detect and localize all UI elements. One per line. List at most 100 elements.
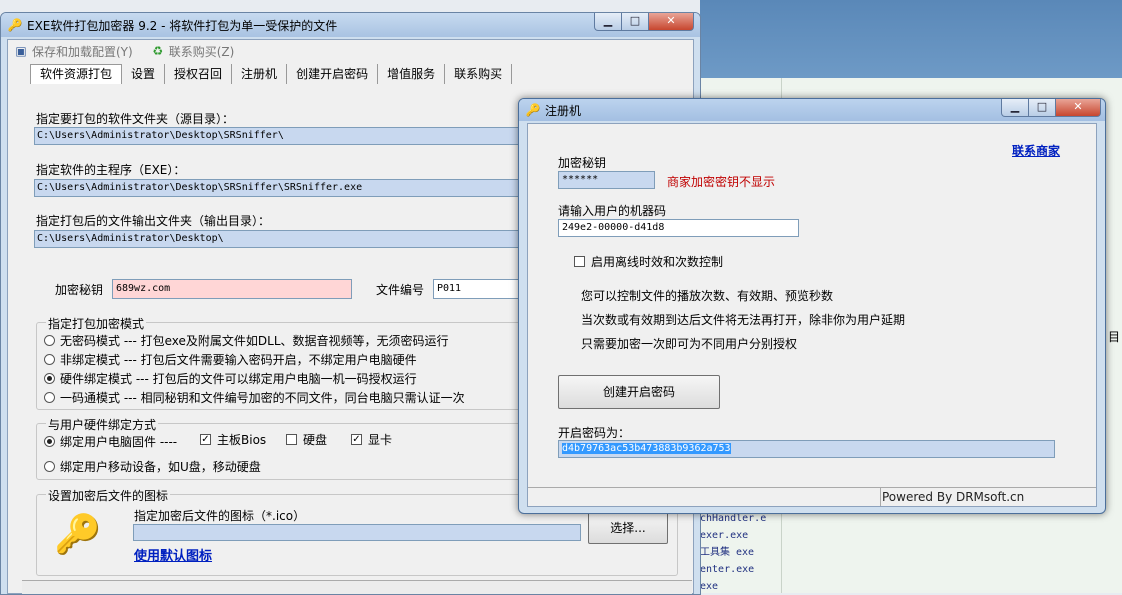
info-line: 当次数或有效期到达后文件将无法再打开，除非你为用户延期 — [581, 313, 906, 327]
recycle-icon: ♻ — [152, 44, 164, 58]
radio-icon — [44, 354, 55, 365]
dialog-minimize-button[interactable]: ▁ — [1001, 99, 1029, 117]
tab-revoke[interactable]: 授权召回 — [165, 64, 233, 84]
hw-option-label: 显卡 — [368, 433, 393, 447]
machine-code-label: 请输入用户的机器码 — [558, 204, 667, 218]
radio-icon — [44, 461, 55, 472]
hw-check-bios[interactable]: ✓ 主板Bios — [200, 431, 266, 448]
mode-label: 无密码模式 --- 打包exe及附属文件如DLL、数据音视频等，无须密码运行 — [60, 334, 449, 348]
offline-label: 启用离线时效和次数控制 — [591, 255, 724, 269]
dialog-key-label: 加密秘钥 — [558, 156, 607, 170]
menu-bar: ▣ 保存和加载配置(Y) ♻ 联系购买(Z) — [8, 40, 693, 62]
icon-file-label: 指定加密后文件的图标（*.ico） — [134, 509, 306, 523]
hw-group-title: 与用户硬件绑定方式 — [46, 416, 159, 433]
create-password-button[interactable]: 创建开启密码 — [558, 375, 720, 409]
key-input[interactable]: 689wz.com — [112, 279, 352, 299]
info-line: 只需要加密一次即可为不同用户分别授权 — [581, 337, 798, 351]
bg-line: exe — [700, 581, 719, 592]
main-statusbar — [22, 580, 692, 594]
maximize-button[interactable]: □ — [621, 13, 649, 31]
menu-label: 联系购买(Z) — [168, 44, 235, 59]
menu-save-load[interactable]: ▣ 保存和加载配置(Y) — [14, 43, 133, 60]
password-label: 开启密码为： — [558, 426, 631, 440]
hw-mobile-label: 绑定用户移动设备，如U盘，移动硬盘 — [60, 460, 261, 474]
offline-control-checkbox[interactable]: 启用离线时效和次数控制 — [574, 253, 723, 270]
main-exe-input[interactable]: C:\Users\Administrator\Desktop\SRSniffer… — [34, 179, 523, 197]
dialog-close-button[interactable]: ✕ — [1055, 99, 1101, 117]
password-output[interactable]: d4b79763ac53b473883b9362a753 — [558, 440, 1055, 458]
tab-settings[interactable]: 设置 — [122, 64, 166, 84]
mode-radio-onecode[interactable]: 一码通模式 --- 相同秘钥和文件编号加密的不同文件，同台电脑只需认证一次 — [44, 389, 465, 406]
mode-radio-hardware[interactable]: 硬件绑定模式 --- 打包后的文件可以绑定用户电脑一机一码授权运行 — [44, 370, 417, 387]
status-segment — [528, 488, 881, 506]
mode-radio-unbound[interactable]: 非绑定模式 --- 打包后文件需要输入密码开启，不绑定用户电脑硬件 — [44, 351, 417, 368]
hw-option-label: 硬盘 — [303, 433, 328, 447]
minimize-button[interactable]: ▁ — [594, 13, 622, 31]
dialog-client: 联系商家 加密秘钥 ****** 商家加密密钥不显示 请输入用户的机器码 249… — [527, 123, 1097, 507]
mode-radio-nopassword[interactable]: 无密码模式 --- 打包exe及附属文件如DLL、数据音视频等，无须密码运行 — [44, 332, 449, 349]
info-line: 您可以控制文件的播放次数、有效期、预览秒数 — [581, 289, 834, 303]
background-file-list: chHandler.e exer.exe 工具集 exe enter.exe e… — [700, 510, 766, 595]
tab-package[interactable]: 软件资源打包 — [30, 64, 123, 84]
hw-pc-label: 绑定用户电脑固件 ---- — [60, 435, 178, 449]
icon-file-input[interactable] — [133, 524, 581, 541]
keys-icon: 🔑 — [54, 512, 102, 556]
checkbox-checked-icon: ✓ — [351, 434, 362, 445]
checkbox-icon — [286, 434, 297, 445]
hw-check-disk[interactable]: 硬盘 — [286, 431, 327, 448]
radio-selected-icon — [44, 436, 55, 447]
default-icon-link[interactable]: 使用默认图标 — [134, 545, 212, 564]
icon-group-title: 设置加密后文件的图标 — [46, 487, 171, 504]
keys-app-icon: 🔑 — [525, 103, 541, 117]
tab-create-password[interactable]: 创建开启密码 — [287, 64, 379, 84]
mode-group-title: 指定打包加密模式 — [46, 315, 147, 332]
save-icon: ▣ — [15, 44, 27, 58]
close-button[interactable]: ✕ — [648, 13, 694, 31]
file-no-label: 文件编号 — [376, 283, 425, 297]
output-dir-input[interactable]: C:\Users\Administrator\Desktop\ — [34, 230, 523, 248]
tab-strip: 软件资源打包 设置 授权召回 注册机 创建开启密码 增值服务 联系购买 — [30, 64, 513, 84]
bg-line: exer.exe — [700, 530, 749, 541]
source-dir-label: 指定要打包的软件文件夹（源目录）： — [36, 112, 235, 126]
bg-line: 工具集 exe — [700, 547, 755, 558]
main-exe-label: 指定软件的主程序（EXE）： — [36, 163, 186, 177]
keys-app-icon: 🔑 — [7, 18, 23, 32]
window-title: EXE软件打包加密器 9.2 - 将软件打包为单一受保护的文件 — [27, 18, 338, 33]
tab-value-added[interactable]: 增值服务 — [378, 64, 446, 84]
hw-radio-mobile[interactable]: 绑定用户移动设备，如U盘，移动硬盘 — [44, 458, 261, 475]
menu-label: 保存和加载配置(Y) — [32, 44, 133, 59]
bg-right-text: 目 — [1108, 330, 1121, 344]
radio-icon — [44, 392, 55, 403]
machine-code-input[interactable]: 249e2-00000-d41d8 — [558, 219, 799, 237]
checkbox-icon — [574, 256, 585, 267]
powered-by-text: Powered By DRMsoft.cn — [882, 490, 1025, 504]
contact-merchant-link[interactable]: 联系商家 — [1012, 142, 1060, 159]
mode-label: 硬件绑定模式 --- 打包后的文件可以绑定用户电脑一机一码授权运行 — [60, 372, 417, 386]
file-no-input[interactable]: P011 — [433, 279, 522, 299]
tab-keygen[interactable]: 注册机 — [232, 64, 288, 84]
main-titlebar[interactable]: 🔑 EXE软件打包加密器 9.2 - 将软件打包为单一受保护的文件 ▁ □ ✕ — [1, 13, 700, 37]
mode-label: 非绑定模式 --- 打包后文件需要输入密码开启，不绑定用户电脑硬件 — [60, 353, 417, 367]
dialog-maximize-button[interactable]: □ — [1028, 99, 1056, 117]
hw-option-label: 主板Bios — [217, 433, 267, 447]
hw-check-gpu[interactable]: ✓ 显卡 — [351, 431, 392, 448]
choose-icon-button[interactable]: 选择... — [588, 512, 668, 544]
radio-selected-icon — [44, 373, 55, 384]
source-dir-input[interactable]: C:\Users\Administrator\Desktop\SRSniffer… — [34, 127, 523, 145]
key-label: 加密秘钥 — [55, 283, 104, 297]
checkbox-checked-icon: ✓ — [200, 434, 211, 445]
menu-contact-buy[interactable]: ♻ 联系购买(Z) — [151, 43, 235, 60]
radio-icon — [44, 335, 55, 346]
tab-contact[interactable]: 联系购买 — [445, 64, 513, 84]
hw-radio-pc[interactable]: 绑定用户电脑固件 ---- — [44, 433, 177, 450]
dialog-statusbar: Powered By DRMsoft.cn — [528, 487, 1096, 506]
dialog-title: 注册机 — [545, 103, 582, 118]
password-selected-text: d4b79763ac53b473883b9362a753 — [562, 443, 731, 454]
keygen-dialog: 🔑 注册机 ▁ □ ✕ 联系商家 加密秘钥 ****** 商家加密密钥不显示 请… — [518, 98, 1106, 514]
mode-label: 一码通模式 --- 相同秘钥和文件编号加密的不同文件，同台电脑只需认证一次 — [60, 391, 465, 405]
dialog-titlebar[interactable]: 🔑 注册机 ▁ □ ✕ — [519, 99, 1105, 121]
bg-line: enter.exe — [700, 564, 755, 575]
output-dir-label: 指定打包后的文件输出文件夹（输出目录）： — [36, 214, 271, 228]
key-hidden-note: 商家加密密钥不显示 — [667, 175, 776, 189]
dialog-key-input[interactable]: ****** — [558, 171, 655, 189]
